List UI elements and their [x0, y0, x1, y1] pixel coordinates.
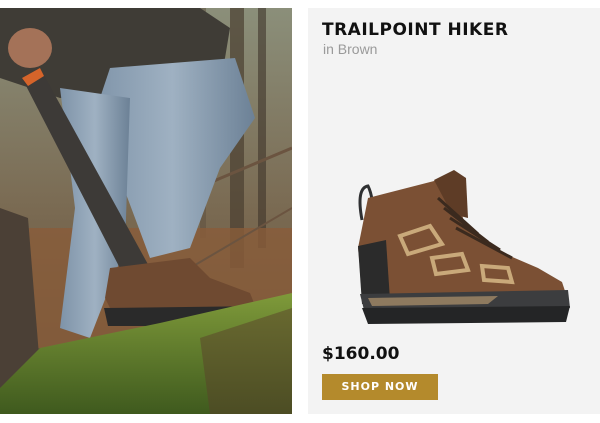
product-price: $160.00: [322, 344, 400, 364]
product-image[interactable]: [338, 158, 578, 333]
product-title: TRAILPOINT HIKER: [322, 20, 509, 40]
hiking-boot-icon: [358, 170, 570, 324]
lifestyle-photo: [0, 8, 292, 414]
product-color-variant: in Brown: [323, 41, 378, 57]
shop-now-button[interactable]: SHOP NOW: [322, 374, 438, 400]
lifestyle-photo-illustration: [0, 8, 292, 414]
product-card: TRAILPOINT HIKER in Brown $160.00 SHOP N…: [308, 8, 600, 414]
